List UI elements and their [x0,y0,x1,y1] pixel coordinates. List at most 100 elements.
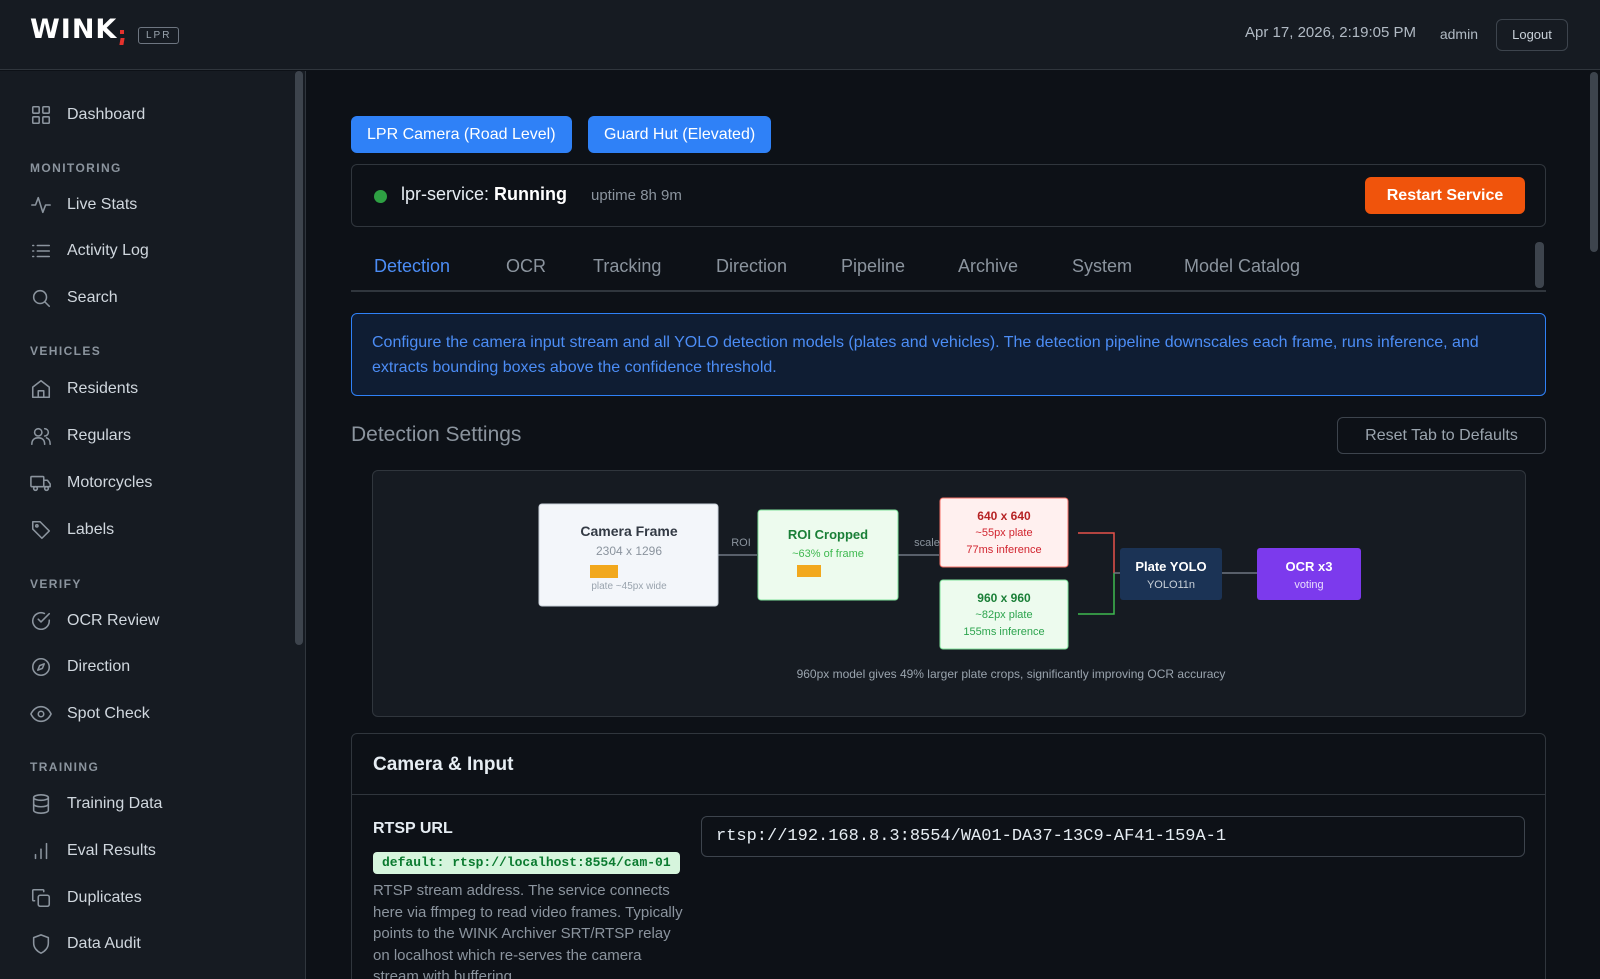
plate-yolo-box [1120,548,1222,600]
tab-ocr[interactable]: OCR [506,256,546,277]
sidebar-item-label: Spot Check [67,705,150,722]
tab-pipeline[interactable]: Pipeline [841,256,905,277]
logo-mark [119,30,125,46]
lpr-badge: LPR [138,27,180,44]
sidebar-item-label: OCR Review [67,612,160,629]
plate-yolo-title: Plate YOLO [1135,559,1206,574]
truck-icon [30,472,52,494]
copy-icon [30,887,52,909]
main-scrollbar[interactable] [1590,72,1598,252]
info-banner: Configure the camera input stream and al… [351,313,1546,396]
restart-service-button[interactable]: Restart Service [1365,177,1525,214]
sidebar-item-training-data[interactable]: Training Data [30,789,162,819]
logout-button[interactable]: Logout [1496,19,1568,51]
plate-yolo-sub: YOLO11n [1147,579,1195,591]
section-vehicles: VEHICLES [30,344,102,358]
ocr-box [1257,548,1361,600]
rtsp-url-label: RTSP URL [373,820,453,837]
sidebar-item-label: Motorcycles [67,474,153,491]
detection-settings-title: Detection Settings [351,423,522,446]
sidebar-item-live-stats[interactable]: Live Stats [30,190,137,220]
service-uptime: uptime 8h 9m [591,187,682,204]
model-960-inference: 155ms inference [963,626,1044,638]
tab-model-catalog[interactable]: Model Catalog [1184,256,1300,277]
sidebar-item-residents[interactable]: Residents [30,374,138,404]
sidebar-scrollbar[interactable] [295,71,303,645]
camera-input-header: Camera & Input [352,734,1545,795]
sidebar-item-eval-results[interactable]: Eval Results [30,836,156,866]
sidebar-item-regulars[interactable]: Regulars [30,421,131,451]
sidebar-item-label: Regulars [67,427,132,444]
ocr-title: OCR x3 [1286,559,1333,574]
sidebar-item-label: Training Data [67,795,163,812]
shield-icon [30,933,52,955]
camera-frame-size: 2304 x 1296 [596,544,662,558]
sidebar-item-spot-check[interactable]: Spot Check [30,699,150,729]
section-verify: VERIFY [30,577,82,591]
tab-archive[interactable]: Archive [958,256,1018,277]
bar-chart-icon [30,840,52,862]
roi-plate-marker [797,565,821,577]
section-monitoring: MONITORING [30,161,122,175]
sidebar-item-label: Search [67,289,118,306]
sidebar-item-activity-log[interactable]: Activity Log [30,236,149,266]
compass-icon [30,656,52,678]
sidebar-item-label: Data Audit [67,935,141,952]
sidebar-item-label: Residents [67,380,139,397]
sidebar-item-ocr-review[interactable]: OCR Review [30,606,159,636]
rtsp-description: RTSP stream address. The service connect… [373,882,683,979]
activity-icon [30,194,52,216]
model-960-plate: ~82px plate [975,609,1032,621]
camera-input-card: Camera & Input RTSP URL default: rtsp://… [351,733,1546,979]
sidebar-item-label: Activity Log [67,242,149,259]
service-status: Running [494,184,568,204]
username: admin [1439,26,1478,42]
tab-tracking[interactable]: Tracking [593,256,661,277]
sidebar-item-data-audit[interactable]: Data Audit [30,929,141,959]
sidebar-item-label: Dashboard [67,106,146,123]
reset-tab-button[interactable]: Reset Tab to Defaults [1337,417,1546,454]
service-status-card: lpr-service: Running uptime 8h 9m Restar… [351,164,1546,227]
rtsp-url-input[interactable]: rtsp://192.168.8.3:8554/WA01-DA37-13C9-A… [701,816,1525,857]
dashboard-icon [30,104,52,126]
sidebar-item-dashboard[interactable]: Dashboard [30,100,145,130]
model-640-inference: 77ms inference [966,544,1041,556]
plate-marker [590,565,618,578]
sidebar-item-search[interactable]: Search [30,283,118,313]
list-icon [30,240,52,262]
camera-tab-guard-hut[interactable]: Guard Hut (Elevated) [588,116,772,153]
model-640-plate: ~55px plate [975,527,1032,539]
app-logo[interactable]: WINK [30,14,117,45]
ocr-sub: voting [1294,579,1323,591]
tab-direction[interactable]: Direction [716,256,787,277]
roi-cropped-title: ROI Cropped [788,527,868,542]
pipeline-svg: ROI scale Camera Frame 2304 x 1296 plate… [538,497,1361,681]
tab-system[interactable]: System [1072,256,1132,277]
sidebar-item-duplicates[interactable]: Duplicates [30,883,142,913]
sidebar-item-motorcycles[interactable]: Motorcycles [30,468,152,498]
sidebar-item-label: Direction [67,658,131,675]
camera-input-title: Camera & Input [373,754,514,775]
eye-icon [30,703,52,725]
top-bar: WINK LPR Apr 17, 2026, 2:19:05 PM admin … [0,0,1600,70]
camera-frame-title: Camera Frame [580,523,677,539]
tab-detection[interactable]: Detection [374,256,450,277]
check-circle-icon [30,610,52,632]
service-name-label: lpr-service: [401,184,490,204]
sidebar-item-label: Live Stats [67,196,138,213]
tabs-scrollbar[interactable] [1535,242,1544,288]
sidebar-item-label: Labels [67,521,115,538]
model-960-title: 960 x 960 [977,591,1031,605]
search-icon [30,287,52,309]
default-value-badge: default: rtsp://localhost:8554/cam-01 [373,852,680,874]
datetime: Apr 17, 2026, 2:19:05 PM [1245,24,1416,41]
roi-label: ROI [731,537,751,549]
settings-tabs: Detection OCR Tracking Direction Pipelin… [351,242,1546,292]
camera-tab-lpr[interactable]: LPR Camera (Road Level) [351,116,572,153]
sidebar-item-labels[interactable]: Labels [30,515,114,545]
section-training: TRAINING [30,760,100,774]
sidebar-item-direction[interactable]: Direction [30,652,130,682]
connector-640 [1078,532,1115,573]
service-name: lpr-service: Running [401,184,567,205]
sidebar-item-label: Eval Results [67,842,156,859]
